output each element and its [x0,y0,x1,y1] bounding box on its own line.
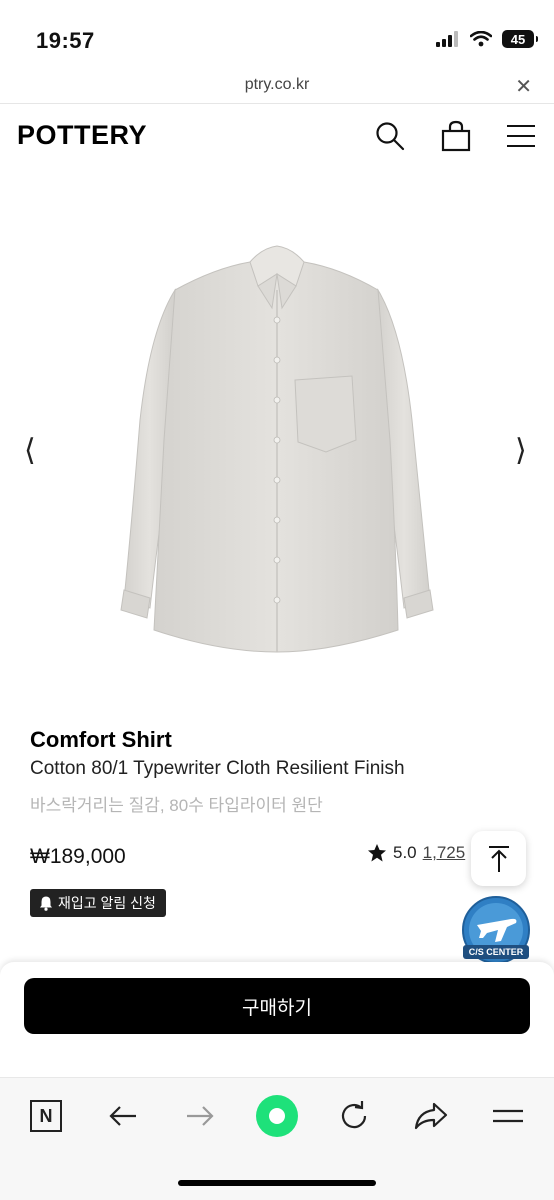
buy-button[interactable]: 구매하기 [24,978,530,1034]
scroll-to-top-button[interactable] [471,831,526,886]
naver-icon: N [30,1100,62,1132]
hamburger-icon [493,1109,523,1123]
search-icon[interactable] [374,120,406,152]
url-text[interactable]: ptry.co.kr [0,76,554,94]
refresh-icon [341,1101,367,1129]
status-indicators: 45 [436,30,538,48]
share-icon [414,1102,448,1130]
status-time: 19:57 [36,28,95,53]
product-price: ₩189,000 [30,845,126,868]
naver-home-label: N [39,1105,53,1126]
review-count-link[interactable]: 1,725 [423,843,466,863]
share-button[interactable] [409,1094,453,1138]
home-indicator [178,1180,376,1186]
product-name: Comfort Shirt [30,727,172,752]
product-shirt-image [120,245,434,653]
cs-center-badge[interactable]: C/S CENTER [461,895,531,965]
cs-center-label: C/S CENTER [468,947,524,957]
browser-toolbar: N [0,1077,554,1200]
restock-label: 재입고 알림 신청 [58,895,156,911]
close-icon[interactable]: ✕ [515,74,532,99]
bell-icon [40,896,52,911]
status-bar: 19:57 45 [0,0,554,70]
rating-summary[interactable]: 5.0 1,725 [367,843,465,863]
next-image-arrow[interactable]: ⟩ [515,433,527,468]
site-header: POTTERY [0,104,554,170]
green-dot-button[interactable] [255,1094,299,1138]
prev-image-arrow[interactable]: ⟨ [24,433,36,468]
more-menu-button[interactable] [486,1094,530,1138]
buy-panel: 구매하기 [0,962,554,1077]
back-button[interactable] [101,1094,145,1138]
product-subtitle: Cotton 80/1 Typewriter Cloth Resilient F… [30,758,405,779]
restock-alert-button[interactable]: 재입고 알림 신청 [30,889,166,917]
site-logo[interactable]: POTTERY [17,120,147,151]
arrow-up-icon [488,845,509,872]
cellular-signal-icon [436,31,458,47]
battery-icon: 45 [502,30,538,48]
menu-icon[interactable] [505,120,537,152]
shopping-bag-icon[interactable] [440,120,472,152]
green-dot-icon [256,1095,298,1137]
naver-home-button[interactable]: N [24,1094,68,1138]
battery-level: 45 [510,31,526,47]
star-icon [368,844,386,862]
product-description: 바스락거리는 질감, 80수 타입라이터 원단 [30,796,323,815]
arrow-left-icon [109,1106,136,1126]
product-image-carousel[interactable]: ⟨ ⟩ [0,190,554,700]
url-bar[interactable]: ptry.co.kr ✕ [0,70,554,104]
refresh-button[interactable] [332,1094,376,1138]
rating-value: 5.0 [393,843,417,862]
wifi-icon [470,31,492,47]
forward-button[interactable] [178,1094,222,1138]
arrow-right-icon [187,1106,214,1126]
